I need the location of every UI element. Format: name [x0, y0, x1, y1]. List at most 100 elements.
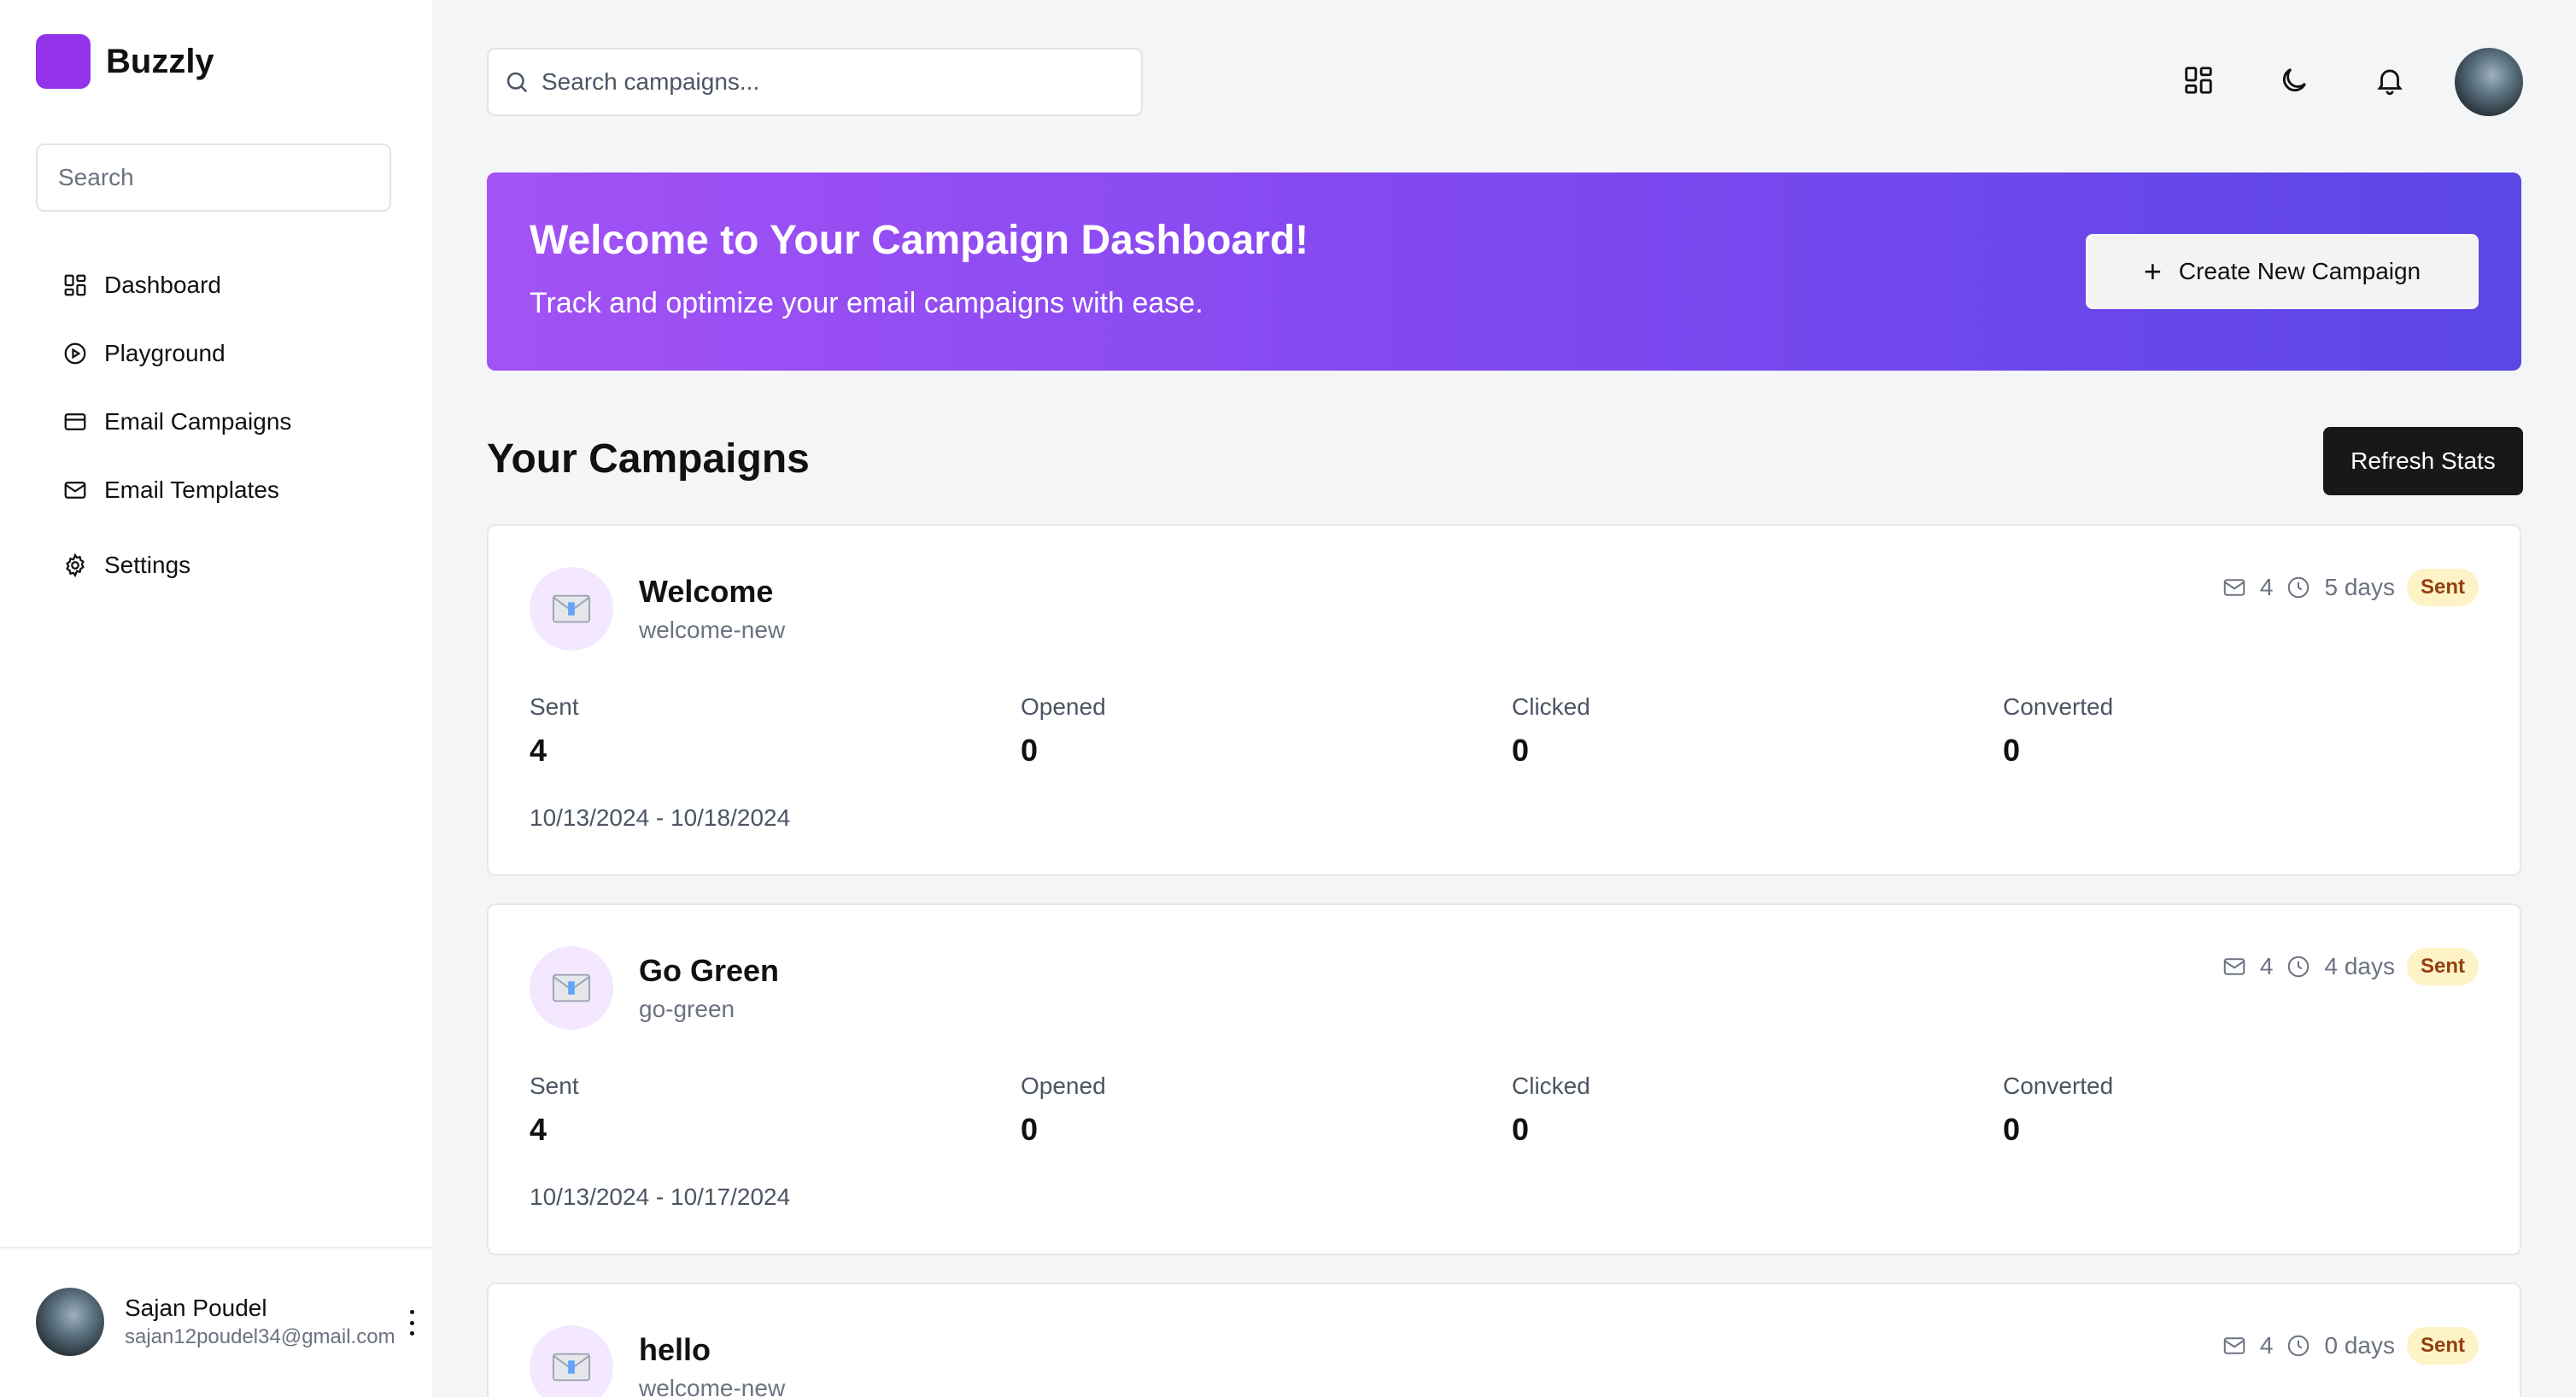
play-circle-icon — [61, 340, 89, 367]
stat-label: Opened — [1021, 1073, 1106, 1099]
moon-icon — [2278, 64, 2310, 101]
sidebar-item-label: Email Campaigns — [104, 408, 292, 435]
campaign-meta: 4 4 days Sent — [2221, 946, 2479, 987]
create-campaign-label: Create New Campaign — [2178, 258, 2421, 284]
apps-grid-button[interactable] — [2164, 48, 2233, 116]
sidebar-item-label: Settings — [104, 552, 191, 578]
sidebar-item-email-campaigns[interactable]: Email Campaigns — [36, 396, 395, 447]
campaign-stats: Sent 4 Opened 0 Clicked 0 Converted 0 — [530, 693, 2494, 769]
stat-opened: Opened 0 — [1021, 1073, 1512, 1148]
status-badge: Sent — [2406, 569, 2479, 606]
sidebar-divider — [0, 1247, 432, 1248]
stat-label: Clicked — [1512, 693, 1590, 720]
brand-logo — [36, 34, 91, 89]
status-badge: Sent — [2406, 1327, 2479, 1365]
bell-icon — [2374, 64, 2406, 101]
brand-name: Buzzly — [106, 42, 214, 80]
campaign-stats: Sent 4 Opened 0 Clicked 0 Converted 0 — [530, 1073, 2494, 1148]
campaign-card[interactable]: Go Green go-green 4 4 days Sent Sent 4 Op… — [487, 903, 2521, 1255]
banner-title: Welcome to Your Campaign Dashboard! — [530, 218, 1309, 263]
mail-icon — [61, 476, 89, 504]
recipient-count: 4 — [2259, 1332, 2274, 1359]
avatar — [36, 1288, 104, 1356]
stat-value: 4 — [530, 733, 547, 768]
stat-label: Opened — [1021, 693, 1106, 720]
card-icon — [61, 408, 89, 435]
banner-subtitle: Track and optimize your email campaigns … — [530, 287, 1203, 319]
mail-icon — [2221, 953, 2248, 980]
stat-value: 0 — [1512, 1112, 1530, 1147]
sidebar-search-input[interactable] — [36, 143, 391, 212]
grid-icon — [2182, 64, 2215, 101]
campaign-dates: 10/13/2024 - 10/18/2024 — [530, 804, 791, 831]
campaign-card[interactable]: hello welcome-new 4 0 days Sent — [487, 1283, 2521, 1397]
campaign-duration: 4 days — [2324, 953, 2395, 979]
campaign-name: hello — [639, 1332, 711, 1367]
campaign-name: Go Green — [639, 953, 780, 988]
mail-icon — [2221, 574, 2248, 601]
recipient-count: 4 — [2259, 574, 2274, 600]
stat-converted: Converted 0 — [2003, 1073, 2494, 1148]
campaign-slug: go-green — [639, 996, 735, 1022]
user-email: sajan12poudel34@gmail.com — [125, 1325, 395, 1348]
header-avatar[interactable] — [2455, 48, 2523, 116]
status-badge: Sent — [2406, 948, 2479, 985]
stat-value: 0 — [2003, 1112, 2021, 1147]
gear-icon — [61, 552, 89, 579]
mail-icon — [2221, 1332, 2248, 1359]
campaign-card[interactable]: Welcome welcome-new 4 5 days Sent Sent 4 … — [487, 524, 2521, 876]
envelope-icon — [530, 567, 613, 651]
plus-icon: + — [2143, 254, 2162, 289]
campaign-slug: welcome-new — [639, 617, 786, 643]
campaign-slug: welcome-new — [639, 1375, 786, 1397]
theme-toggle-button[interactable] — [2260, 48, 2328, 116]
create-campaign-button[interactable]: + Create New Campaign — [2086, 234, 2479, 309]
campaign-duration: 5 days — [2324, 574, 2395, 600]
sidebar-item-label: Playground — [104, 340, 225, 366]
clock-icon — [2285, 953, 2312, 980]
stat-label: Clicked — [1512, 1073, 1590, 1099]
stat-clicked: Clicked 0 — [1512, 693, 2003, 769]
campaign-meta: 4 5 days Sent — [2221, 567, 2479, 608]
stat-value: 0 — [2003, 733, 2021, 768]
user-info: Sajan Poudel sajan12poudel34@gmail.com — [125, 1295, 395, 1349]
stat-sent: Sent 4 — [530, 693, 1021, 769]
stat-value: 4 — [530, 1112, 547, 1147]
campaign-search-input[interactable] — [542, 68, 1122, 96]
user-name: Sajan Poudel — [125, 1295, 267, 1321]
sidebar-item-settings[interactable]: Settings — [36, 540, 395, 591]
sidebar-item-label: Email Templates — [104, 476, 279, 503]
stat-label: Converted — [2003, 1073, 2114, 1099]
sidebar-item-playground[interactable]: Playground — [36, 328, 395, 379]
envelope-icon — [530, 946, 613, 1030]
notifications-button[interactable] — [2356, 48, 2424, 116]
campaign-search — [487, 48, 1143, 116]
clock-icon — [2285, 574, 2312, 601]
brand[interactable]: Buzzly — [36, 34, 214, 89]
stat-value: 0 — [1021, 1112, 1039, 1147]
sidebar-item-email-templates[interactable]: Email Templates — [36, 465, 395, 516]
sidebar-item-dashboard[interactable]: Dashboard — [36, 260, 395, 311]
stat-opened: Opened 0 — [1021, 693, 1512, 769]
main-content: Welcome to Your Campaign Dashboard! Trac… — [432, 0, 2576, 1397]
app: Buzzly Dashboard Playground — [0, 0, 2576, 1397]
stat-value: 0 — [1512, 733, 1530, 768]
envelope-icon — [530, 1325, 613, 1397]
grid-icon — [61, 272, 89, 299]
more-vertical-icon[interactable] — [403, 1310, 420, 1336]
sidebar: Buzzly Dashboard Playground — [0, 0, 432, 1397]
campaign-name: Welcome — [639, 574, 774, 609]
campaign-dates: 10/13/2024 - 10/17/2024 — [530, 1184, 791, 1210]
header-actions — [2137, 48, 2523, 116]
stat-value: 0 — [1021, 733, 1039, 768]
refresh-stats-button[interactable]: Refresh Stats — [2323, 427, 2523, 495]
sidebar-item-label: Dashboard — [104, 272, 221, 298]
stat-label: Sent — [530, 1073, 579, 1099]
campaign-meta: 4 0 days Sent — [2221, 1325, 2479, 1366]
stat-sent: Sent 4 — [530, 1073, 1021, 1148]
campaign-duration: 0 days — [2324, 1332, 2395, 1359]
stat-label: Sent — [530, 693, 579, 720]
welcome-banner: Welcome to Your Campaign Dashboard! Trac… — [487, 172, 2521, 371]
recipient-count: 4 — [2259, 953, 2274, 979]
user-profile[interactable]: Sajan Poudel sajan12poudel34@gmail.com — [36, 1288, 420, 1356]
